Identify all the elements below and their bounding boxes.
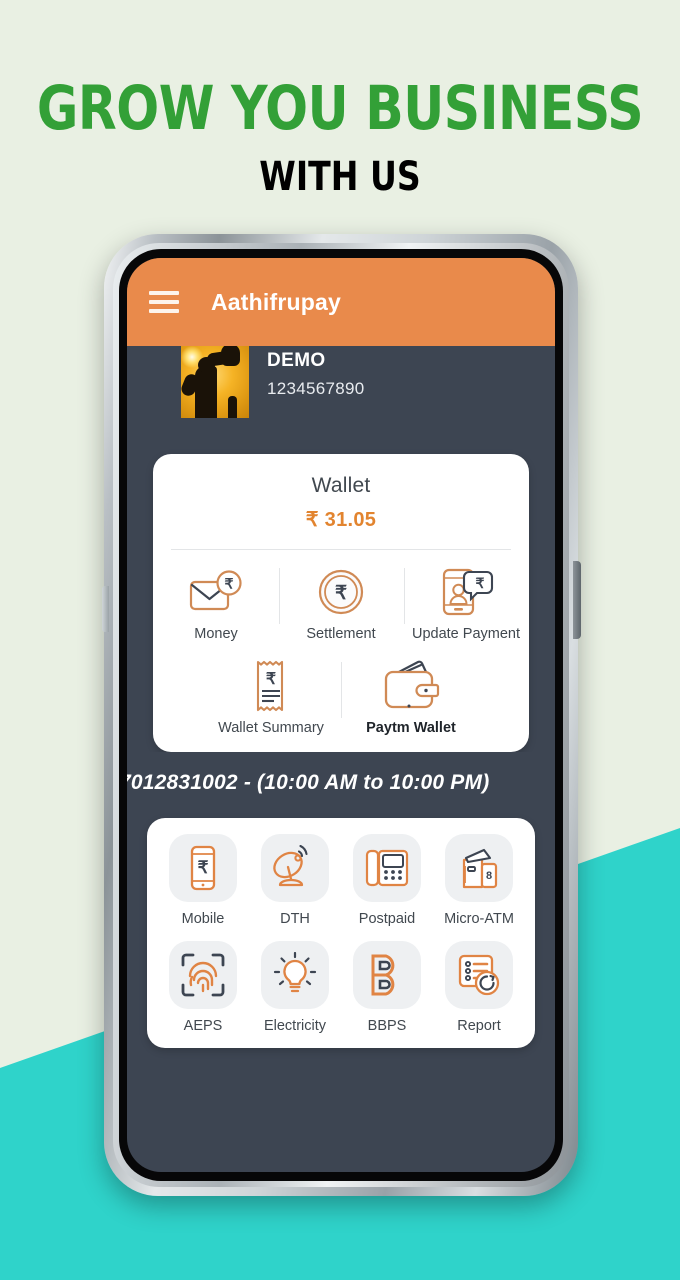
landline-phone-icon: [353, 834, 421, 902]
volume-button[interactable]: [102, 586, 109, 632]
service-electricity[interactable]: Electricity: [249, 941, 341, 1034]
wallet-action-update-payment[interactable]: ₹ Update Payment: [403, 564, 529, 642]
app-title: Aathifrupay: [211, 288, 341, 315]
wallet-action-label: Paytm Wallet: [366, 720, 456, 736]
service-aeps[interactable]: AEPS: [157, 941, 249, 1034]
service-dth[interactable]: DTH: [249, 834, 341, 927]
headline-secondary: WITH US: [259, 154, 421, 200]
phone-screen: Aathifrupay DEMO 1234567890 Wallet ₹ 31.…: [127, 258, 555, 1172]
service-postpaid[interactable]: Postpaid: [341, 834, 433, 927]
wallet-icon: [381, 658, 441, 714]
svg-text:₹: ₹: [335, 583, 347, 604]
marquee-text: 7012831002 - (10:00 AM to 10:00 PM): [127, 771, 490, 794]
app-bar: Aathifrupay: [127, 258, 555, 346]
service-label: Postpaid: [358, 911, 416, 927]
headline: GROW YOU BUSINESS WITH US: [0, 78, 680, 197]
service-label: DTH: [280, 911, 310, 927]
service-label: Electricity: [263, 1018, 327, 1034]
services-row-2: AEPS Electricity BBPS Report: [157, 941, 525, 1034]
wallet-action-paytm-wallet[interactable]: Paytm Wallet: [341, 658, 481, 736]
wallet-actions-row-2: ₹ Wallet Summary Paytm Wallet: [153, 642, 529, 736]
wallet-action-label: Wallet Summary: [218, 720, 324, 736]
promo-banner: GROW YOU BUSINESS WITH US Aathifrupay DE…: [0, 0, 680, 1280]
bbps-logo-icon: [353, 941, 421, 1009]
wallet-action-wallet-summary[interactable]: ₹ Wallet Summary: [201, 658, 341, 736]
satellite-dish-icon: [261, 834, 329, 902]
wallet-action-label: Update Payment: [411, 626, 520, 642]
svg-text:₹: ₹: [476, 575, 485, 591]
profile-phone: 1234567890: [267, 379, 365, 398]
headline-primary: GROW YOU BUSINESS: [36, 73, 644, 144]
profile-name: DEMO: [267, 350, 326, 371]
mobile-recharge-icon: ₹: [169, 834, 237, 902]
notice-marquee: 7012831002 - (10:00 AM to 10:00 PM): [127, 752, 555, 814]
service-label: Micro-ATM: [444, 911, 514, 927]
profile-header: DEMO 1234567890: [127, 346, 555, 442]
service-label: BBPS: [367, 1018, 407, 1034]
wallet-action-money[interactable]: ₹ Money: [154, 564, 279, 642]
coin-rupee-icon: ₹: [316, 564, 366, 620]
avatar[interactable]: [181, 346, 249, 418]
services-card: ₹ Mobile DTH Postpaid 8 Micro-ATM AEPS E…: [147, 818, 535, 1048]
wallet-action-label: Money: [194, 626, 238, 642]
service-label: AEPS: [183, 1018, 223, 1034]
svg-text:₹: ₹: [198, 858, 209, 877]
service-micro-atm[interactable]: 8 Micro-ATM: [433, 834, 525, 927]
wallet-balance: ₹ 31.05: [305, 509, 377, 531]
report-clock-icon: [445, 941, 513, 1009]
micro-atm-icon: 8: [445, 834, 513, 902]
service-report[interactable]: Report: [433, 941, 525, 1034]
svg-text:₹: ₹: [266, 671, 276, 688]
wallet-title: Wallet: [311, 474, 371, 497]
power-button[interactable]: [573, 561, 581, 639]
receipt-rupee-icon: ₹: [250, 658, 292, 714]
service-bbps[interactable]: BBPS: [341, 941, 433, 1034]
svg-text:₹: ₹: [225, 576, 234, 592]
service-label: Mobile: [181, 911, 225, 927]
wallet-actions-row-1: ₹ Money ₹ Settlement ₹ Update Payment: [153, 550, 529, 642]
envelope-rupee-icon: ₹: [188, 564, 244, 620]
profile-details: DEMO 1234567890: [267, 346, 365, 399]
services-row-1: ₹ Mobile DTH Postpaid 8 Micro-ATM: [157, 834, 525, 927]
phone-mockup: Aathifrupay DEMO 1234567890 Wallet ₹ 31.…: [102, 234, 581, 1196]
svg-text:8: 8: [486, 870, 492, 882]
hamburger-icon[interactable]: [149, 291, 179, 313]
service-mobile[interactable]: ₹ Mobile: [157, 834, 249, 927]
light-bulb-icon: [261, 941, 329, 1009]
wallet-action-label: Settlement: [306, 626, 376, 642]
service-label: Report: [457, 1018, 501, 1034]
fingerprint-scan-icon: [169, 941, 237, 1009]
wallet-card: Wallet ₹ 31.05 ₹ Money ₹ Settlement ₹ Up…: [153, 454, 529, 752]
phone-user-rupee-icon: ₹: [438, 564, 494, 620]
wallet-action-settlement[interactable]: ₹ Settlement: [278, 564, 404, 642]
